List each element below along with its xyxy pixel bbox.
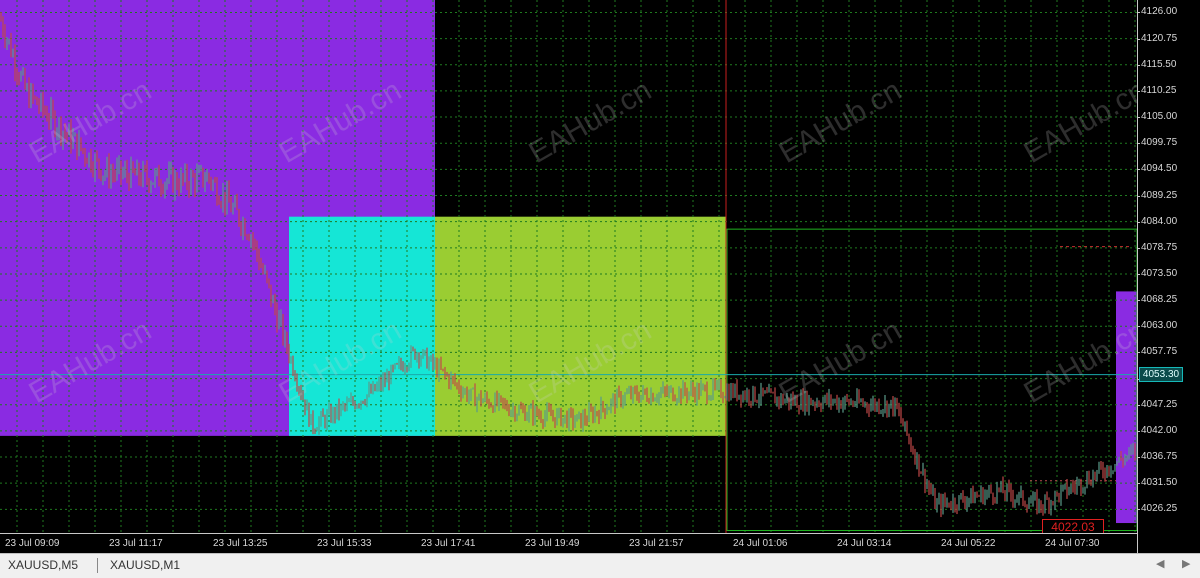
price-tick-label: 4094.50 xyxy=(1136,163,1178,175)
price-tick-label: 4084.00 xyxy=(1136,215,1178,227)
chart-tab-bar: XAUUSD,M5 XAUUSD,M1 ◀ ▶ xyxy=(0,553,1200,578)
time-tick-label: 23 Jul 13:25 xyxy=(213,538,268,549)
time-tick-label: 24 Jul 01:06 xyxy=(733,538,788,549)
tab-xauusd-m5[interactable]: XAUUSD,M5 xyxy=(8,558,78,572)
price-tick-label: 4063.00 xyxy=(1136,320,1178,332)
time-tick-label: 23 Jul 15:33 xyxy=(317,538,372,549)
price-tick-label: 4026.25 xyxy=(1136,503,1178,515)
session-boxes xyxy=(0,0,1137,524)
watermark-text: EAHub.cn xyxy=(774,314,907,410)
time-tick-label: 24 Jul 03:14 xyxy=(837,538,892,549)
price-tick-label: 4126.00 xyxy=(1136,6,1178,18)
price-tick-label: 4073.50 xyxy=(1136,267,1178,279)
price-tick-label: 4078.75 xyxy=(1136,241,1178,253)
scroll-right-icon[interactable]: ▶ xyxy=(1182,557,1190,570)
bid-price-label: 4053.30 xyxy=(1139,367,1183,382)
price-tick-label: 4057.75 xyxy=(1136,346,1178,358)
time-tick-label: 23 Jul 19:49 xyxy=(525,538,580,549)
time-tick-label: 24 Jul 05:22 xyxy=(941,538,996,549)
price-tick-label: 4099.75 xyxy=(1136,137,1178,149)
time-tick-label: 23 Jul 17:41 xyxy=(421,538,476,549)
time-tick-label: 23 Jul 11:17 xyxy=(109,538,163,549)
scroll-left-icon[interactable]: ◀ xyxy=(1156,557,1164,570)
price-tick-label: 4110.25 xyxy=(1136,84,1177,96)
tab-xauusd-m1[interactable]: XAUUSD,M1 xyxy=(110,558,180,572)
price-tick-label: 4047.25 xyxy=(1136,398,1178,410)
watermark-text: EAHub.cn xyxy=(524,74,657,170)
chart-window[interactable]: EAHub.cn EAHub.cn EAHub.cn EAHub.cn EAHub.cn… xyxy=(0,0,1200,553)
price-tick-label: 4036.75 xyxy=(1136,451,1178,463)
price-tick-label: 4089.25 xyxy=(1136,189,1178,201)
time-axis[interactable]: 23 Jul 09:09 23 Jul 11:17 23 Jul 13:25 23 J… xyxy=(0,533,1137,553)
time-tick-label: 23 Jul 21:57 xyxy=(629,538,684,549)
price-tick-label: 4068.25 xyxy=(1136,294,1178,306)
price-axis[interactable]: 4126.00 4120.75 4115.50 4110.25 4105.00 4099.… xyxy=(1136,0,1200,553)
price-tick-label: 4120.75 xyxy=(1136,32,1178,44)
watermark-text: EAHub.cn xyxy=(1019,74,1137,170)
time-tick-label: 23 Jul 09:09 xyxy=(5,538,60,549)
price-tick-label: 4031.50 xyxy=(1136,477,1178,489)
price-plot[interactable]: EAHub.cn EAHub.cn EAHub.cn EAHub.cn EAHub.cn… xyxy=(0,0,1137,533)
price-tick-label: 4115.50 xyxy=(1136,58,1177,70)
price-tick-label: 4042.00 xyxy=(1136,424,1178,436)
watermark-text: EAHub.cn xyxy=(774,74,907,170)
price-tick-label: 4105.00 xyxy=(1136,111,1178,123)
time-tick-label: 24 Jul 07:30 xyxy=(1045,538,1100,549)
tab-separator xyxy=(97,558,98,573)
